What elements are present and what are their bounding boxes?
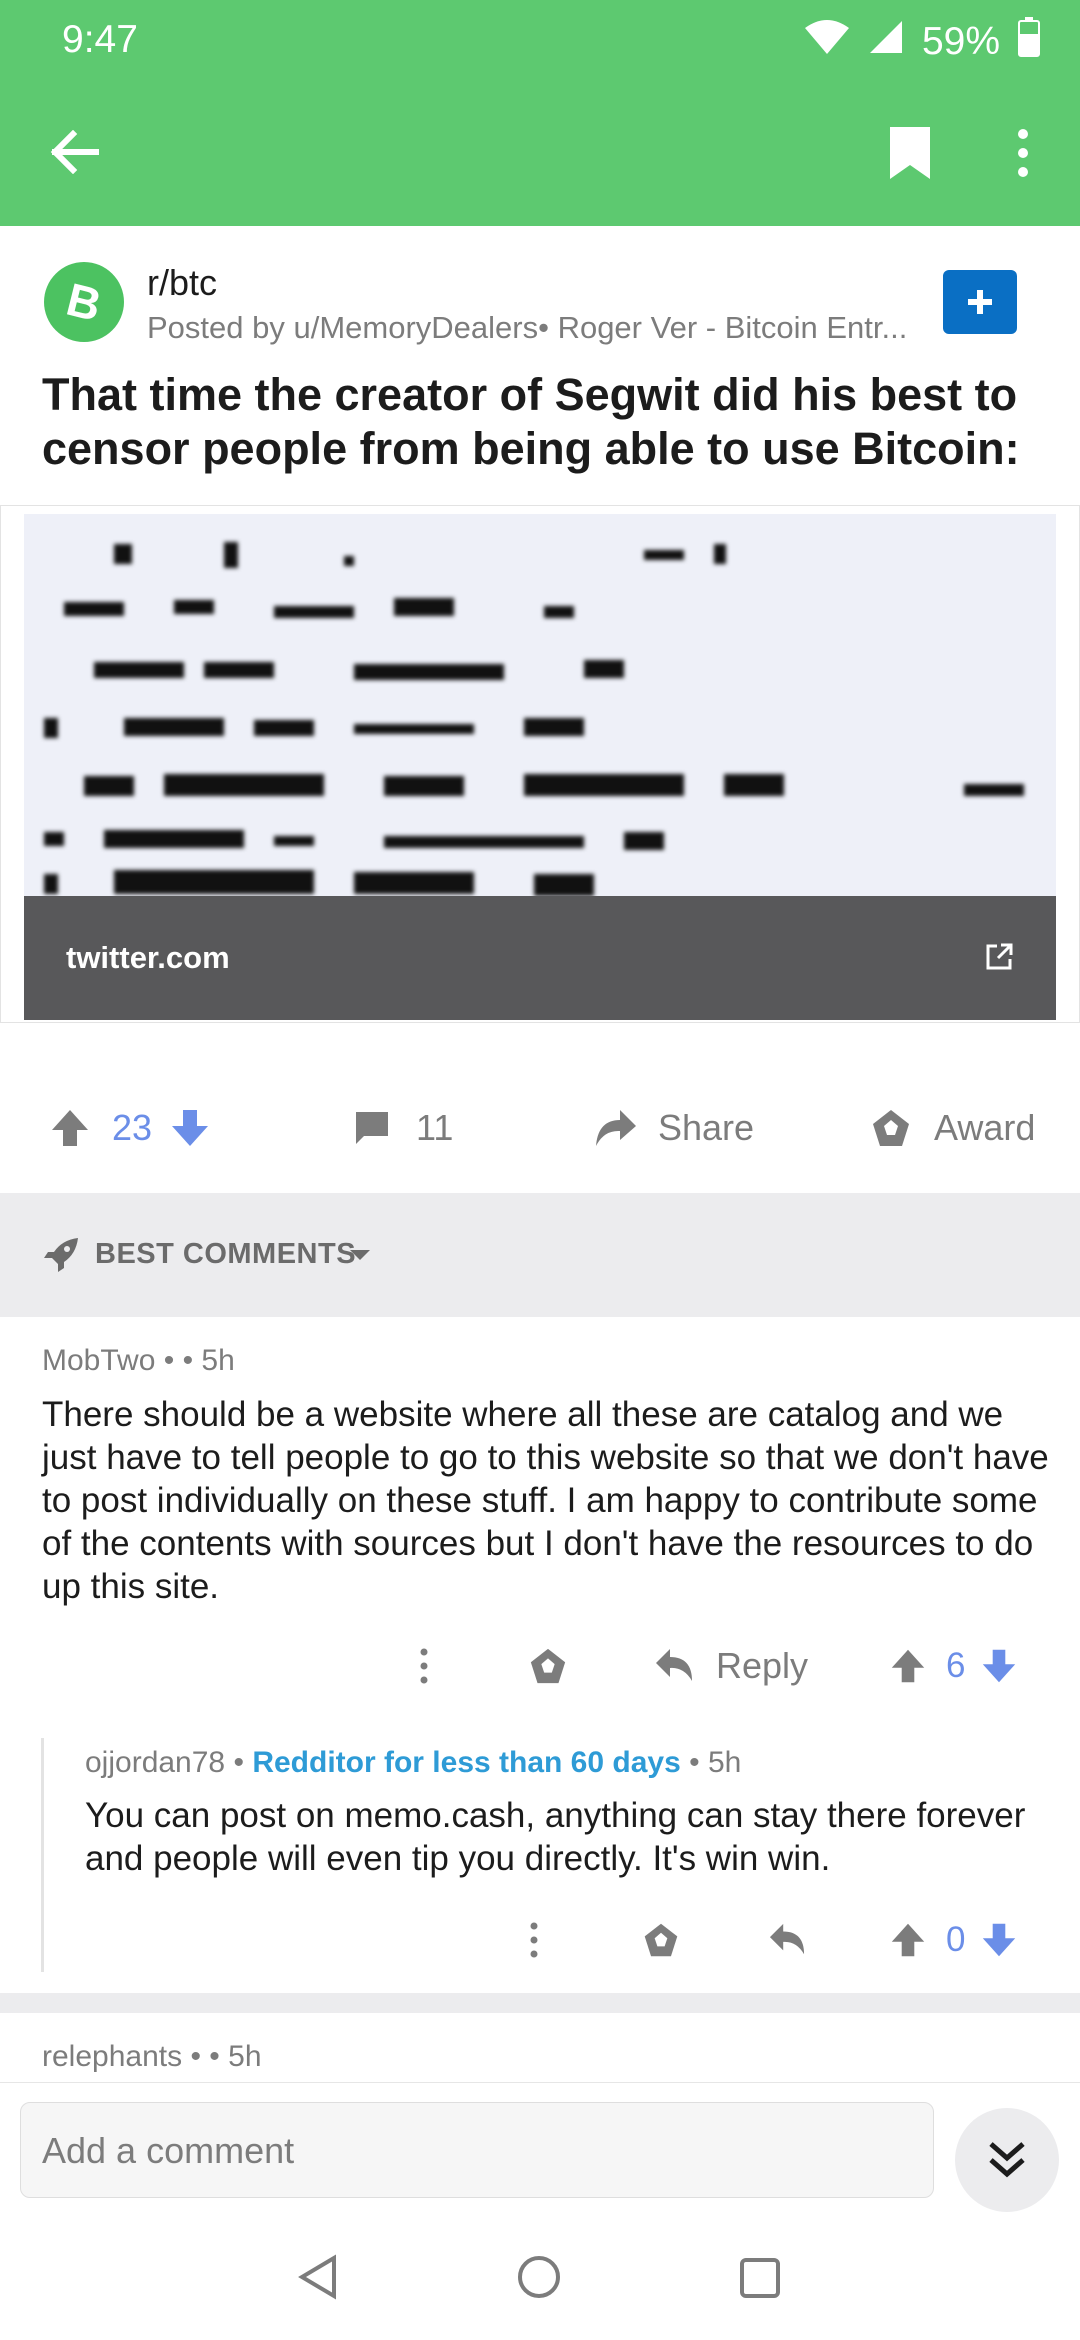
downvote-button[interactable] <box>981 1922 1017 1958</box>
arrow-up-icon <box>891 1649 925 1683</box>
share-arrow-icon <box>596 1110 636 1146</box>
share-button[interactable]: Share <box>594 1105 754 1151</box>
overflow-menu-button[interactable] <box>1000 118 1046 188</box>
sort-label[interactable]: BEST COMMENTS <box>95 1238 356 1271</box>
more-vertical-icon <box>420 1648 428 1684</box>
upvote-button[interactable] <box>890 1922 926 1958</box>
comment-time: 5h <box>228 2040 262 2073</box>
arrow-down-icon <box>172 1110 209 1146</box>
post-title: That time the creator of Segwit did his … <box>42 369 1020 474</box>
comment-reply-button[interactable]: Reply <box>654 1640 808 1692</box>
downvote-button[interactable] <box>170 1108 210 1148</box>
arrow-left-icon <box>50 130 99 174</box>
comment-meta: ojjordan78 • Redditor for less than 60 d… <box>85 1746 742 1779</box>
signal-icon <box>868 19 904 65</box>
more-vertical-icon <box>530 1922 538 1958</box>
award-icon <box>873 1110 909 1146</box>
battery-level: 59% <box>921 20 1000 63</box>
share-label: Share <box>658 1107 755 1148</box>
comment-more-button[interactable] <box>404 1644 444 1688</box>
comment-author[interactable]: relephants <box>42 2040 182 2073</box>
nav-back-icon[interactable] <box>296 2254 344 2302</box>
open-external-icon[interactable] <box>984 942 1018 976</box>
bookmark-icon <box>890 127 930 179</box>
arrow-down-icon <box>983 1923 1016 1957</box>
link-thumbnail[interactable] <box>24 514 1056 896</box>
comment-count: 11 <box>416 1107 454 1148</box>
comment-meta: MobTwo • • 5h <box>42 1344 235 1377</box>
upvote-button[interactable] <box>50 1108 90 1148</box>
arrow-down-icon <box>983 1649 1016 1683</box>
downvote-button[interactable] <box>981 1648 1017 1684</box>
award-icon <box>530 1648 566 1684</box>
more-vertical-icon <box>1018 129 1028 177</box>
add-comment-placeholder[interactable]: Add a comment <box>42 2130 294 2172</box>
link-domain: twitter.com <box>66 940 230 975</box>
comment-author[interactable]: ojjordan78 <box>85 1746 225 1779</box>
save-post-button[interactable] <box>880 118 940 188</box>
wifi-icon <box>804 18 850 66</box>
status-time: 9:47 <box>62 18 138 61</box>
comment-award-button[interactable] <box>526 1644 570 1688</box>
user-flair: Redditor for less than 60 days <box>252 1746 681 1779</box>
award-button[interactable]: Award <box>870 1105 1035 1151</box>
comment-body: There should be a website where all thes… <box>42 1395 1049 1606</box>
reply-arrow-icon <box>656 1649 692 1681</box>
arrow-up-icon <box>52 1110 88 1146</box>
reply-arrow-icon <box>769 1923 805 1955</box>
comment-score: 6 <box>946 1646 966 1685</box>
reply-label: Reply <box>716 1645 809 1686</box>
comment-time: 5h <box>201 1344 235 1377</box>
svg-text:B: B <box>62 276 106 328</box>
battery-icon <box>1018 17 1040 67</box>
comment-time: 5h <box>707 1746 742 1779</box>
plus-icon <box>968 290 992 314</box>
double-chevron-down-icon <box>989 2142 1025 2178</box>
comment-score: 0 <box>946 1920 966 1959</box>
join-subreddit-button[interactable] <box>943 270 1017 334</box>
award-label: Award <box>934 1107 1036 1148</box>
comment-bubble-icon <box>356 1112 388 1144</box>
bitcoin-cash-icon: B <box>62 276 106 328</box>
post-author-line[interactable]: Posted by u/MemoryDealers• Roger Ver - B… <box>147 310 907 346</box>
nav-home-icon[interactable] <box>516 2254 564 2302</box>
post-vote-group: 23 <box>50 1105 210 1151</box>
next-comment-button[interactable] <box>955 2108 1059 2212</box>
rocket-icon <box>42 1236 82 1276</box>
comment-vote-group: 6 <box>890 1644 1017 1688</box>
comment-vote-group: 0 <box>890 1918 1017 1962</box>
comment-reply-button[interactable] <box>766 1918 808 1962</box>
status-icons: 59% <box>804 14 1040 70</box>
comment-author[interactable]: MobTwo <box>42 1344 155 1377</box>
thread-line[interactable] <box>41 1738 44 1972</box>
subreddit-name[interactable]: r/btc <box>147 262 217 304</box>
back-button[interactable] <box>36 120 112 184</box>
comment-separator <box>0 1993 1080 2013</box>
comments-button[interactable]: 11 <box>352 1105 453 1151</box>
award-icon <box>644 1923 678 1957</box>
arrow-up-icon <box>891 1923 925 1957</box>
upvote-button[interactable] <box>890 1648 926 1684</box>
subreddit-avatar[interactable]: B <box>44 262 124 342</box>
comment-body: You can post on memo.cash, anything can … <box>85 1796 1026 1878</box>
comment-award-button[interactable] <box>640 1918 682 1962</box>
post-score: 23 <box>112 1107 153 1148</box>
comment-more-button[interactable] <box>516 1918 552 1962</box>
chevron-down-icon[interactable] <box>348 1248 372 1264</box>
nav-recents-icon[interactable] <box>738 2256 784 2302</box>
comment-meta: relephants • • 5h <box>42 2040 262 2073</box>
